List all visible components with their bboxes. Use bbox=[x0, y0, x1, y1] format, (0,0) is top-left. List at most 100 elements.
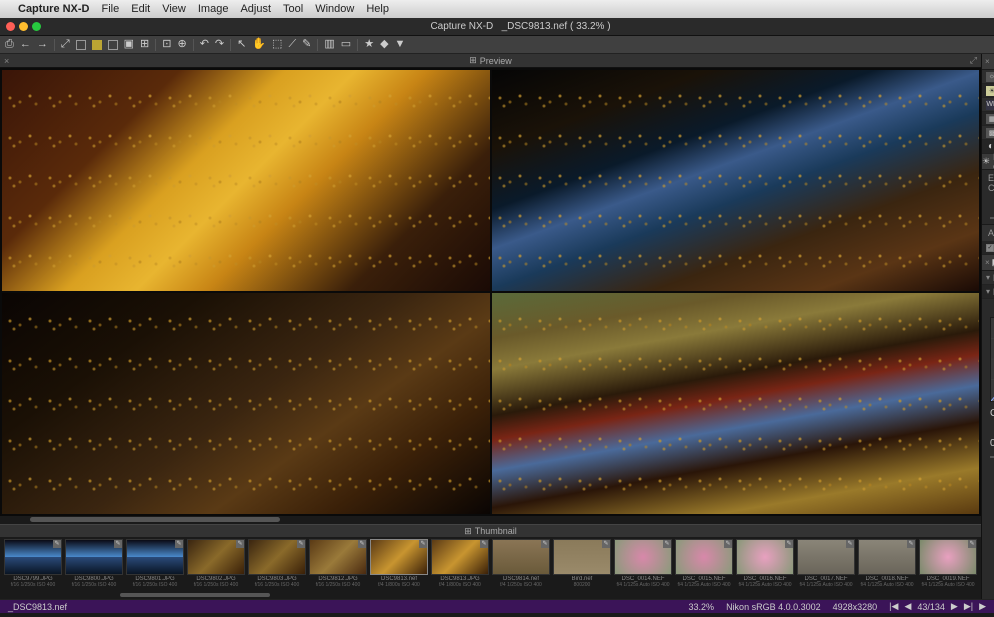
filter-icon[interactable]: ▼ bbox=[395, 39, 406, 50]
menu-edit[interactable]: Edit bbox=[131, 3, 150, 15]
curves-channel-row[interactable]: ▾ RGB bbox=[982, 285, 994, 299]
adjustment-row-3[interactable]: WB ▾ Manual bbox=[982, 98, 994, 112]
pointer-icon[interactable]: ↖ bbox=[237, 39, 246, 50]
thumb-view-icon[interactable] bbox=[92, 40, 102, 50]
menu-adjust[interactable]: Adjust bbox=[240, 3, 271, 15]
menu-file[interactable]: File bbox=[102, 3, 120, 15]
exposure-slider[interactable] bbox=[982, 212, 994, 224]
menu-window[interactable]: Window bbox=[315, 3, 354, 15]
thumbnail-strip[interactable]: ✎DSC9799.JPGf/16 1/250s ISO 400✎DSC9800.… bbox=[0, 537, 981, 592]
close-icon[interactable]: × bbox=[985, 258, 990, 267]
edit-badge-icon: ✎ bbox=[785, 540, 793, 548]
thumbnail-item[interactable]: ✎DSC_0017.NEFf/4 1/125s Auto ISO 400 bbox=[797, 539, 855, 590]
preview-scrollbar[interactable] bbox=[0, 516, 981, 524]
grid-view-icon[interactable] bbox=[76, 40, 86, 50]
nav-next-icon[interactable]: ▶ bbox=[951, 601, 958, 612]
dropdown-icon[interactable]: ▾ bbox=[986, 287, 990, 296]
menu-image[interactable]: Image bbox=[198, 3, 229, 15]
curves-mode-row[interactable]: ▾ Manual bbox=[982, 271, 994, 285]
exposure-comp-header[interactable]: × ☀ Exposure Compensation ⤢ bbox=[982, 154, 994, 170]
preview-quadrant-1[interactable] bbox=[2, 70, 490, 291]
nav-controls: |◀ ◀ 43/134 ▶ ▶| ▶ bbox=[889, 601, 986, 612]
nav-prev-icon[interactable]: ◀ bbox=[904, 601, 911, 612]
crop-icon[interactable]: ⬚ bbox=[272, 39, 282, 50]
edit-badge-icon: ✎ bbox=[114, 540, 122, 548]
straighten-icon[interactable]: ⟋ bbox=[288, 39, 296, 50]
thumbnail-item[interactable]: ✎DSC9800.JPGf/16 1/250s ISO 400 bbox=[65, 539, 123, 590]
thumbnail-item[interactable]: ✎DSC9813.JPGf/4 1/800s ISO 400 bbox=[431, 539, 489, 590]
preview-quadrant-4[interactable] bbox=[492, 293, 980, 514]
nav-last-icon[interactable]: ▶| bbox=[964, 601, 973, 612]
thumbnail-item[interactable]: ✎DSC9814.neff/4 1/250s ISO 400 bbox=[492, 539, 550, 590]
print-icon[interactable]: ⎙ bbox=[5, 39, 14, 50]
curves-header[interactable]: × ◩ Levels & Curves ⤢ bbox=[982, 255, 994, 271]
rotate-ccw-icon[interactable]: ↶ bbox=[200, 39, 209, 50]
thumbnail-item[interactable]: ✎DSC9803.JPGf/16 1/250s ISO 400 bbox=[248, 539, 306, 590]
adjustment-row-1[interactable]: ☼ ▾ Manual bbox=[982, 70, 994, 84]
hand-icon[interactable]: ✋ bbox=[252, 39, 266, 50]
curves-editor[interactable] bbox=[990, 317, 994, 402]
thumbnail-item[interactable]: ✎DSC9799.JPGf/16 1/250s ISO 400 bbox=[4, 539, 62, 590]
tool-icon[interactable]: ◐ bbox=[988, 141, 994, 152]
thumbnail-item[interactable]: ✎DSC_0014.NEFf/4 1/125s Auto ISO 400 bbox=[614, 539, 672, 590]
minimize-window-button[interactable] bbox=[19, 22, 28, 31]
nav-play-icon[interactable]: ▶ bbox=[979, 601, 986, 612]
open-icon[interactable]: ⤢ bbox=[61, 39, 70, 50]
label-icon[interactable]: ◆ bbox=[380, 39, 388, 50]
eyedropper-icon[interactable]: ✎ bbox=[302, 39, 311, 50]
thumbnail-item[interactable]: ✎DSC_0018.NEFf/4 1/125s Auto ISO 400 bbox=[858, 539, 916, 590]
close-preview-icon[interactable]: × bbox=[4, 56, 9, 66]
gamma-label: Gamma bbox=[990, 408, 994, 419]
forward-icon[interactable]: → bbox=[37, 39, 48, 50]
preview-quadrant-2[interactable] bbox=[492, 70, 980, 291]
thumb-metadata: f/4 1/125s Auto ISO 400 bbox=[919, 582, 977, 588]
preview-quadrant-3[interactable] bbox=[2, 293, 490, 514]
histogram-icon[interactable]: ▥ bbox=[324, 39, 334, 50]
adjustment-row-4[interactable]: ▦ ▾ Original bbox=[982, 112, 994, 126]
star-icon[interactable]: ★ bbox=[364, 39, 374, 50]
picture-control-icon: ▦ bbox=[986, 114, 994, 124]
thumb-metadata: f/4 1/125s Auto ISO 400 bbox=[675, 582, 733, 588]
thumbnail-item[interactable]: ✎DSC9813.neff/4 1/800s ISO 400 bbox=[370, 539, 428, 590]
preview-grid[interactable] bbox=[0, 68, 981, 516]
thumbnail-item[interactable]: ✎DSC_0019.NEFf/4 1/125s Auto ISO 400 bbox=[919, 539, 977, 590]
thumbnail-item[interactable]: ✎DSC_0015.NEFf/4 1/125s Auto ISO 400 bbox=[675, 539, 733, 590]
zoom-icon[interactable]: ⊕ bbox=[177, 39, 186, 50]
thumbnail-item[interactable]: ✎DSC_0016.NEFf/4 1/125s Auto ISO 400 bbox=[736, 539, 794, 590]
compare-icon[interactable]: ▣ bbox=[124, 39, 134, 50]
dropdown-icon[interactable]: ▾ bbox=[986, 273, 990, 282]
menu-tool[interactable]: Tool bbox=[283, 3, 303, 15]
thumb-metadata: 800200 bbox=[553, 582, 611, 588]
split-icon[interactable]: ⊞ bbox=[140, 39, 149, 50]
range-min: 0 bbox=[990, 438, 994, 449]
close-panel-icon[interactable]: × bbox=[985, 57, 990, 66]
thumbnail-item[interactable]: ✎DSC9801.JPGf/16 1/250s ISO 400 bbox=[126, 539, 184, 590]
back-icon[interactable]: ← bbox=[20, 39, 31, 50]
dlighting-row[interactable]: ✓ Unchanged bbox=[982, 241, 994, 255]
edit-badge-icon: ✎ bbox=[602, 540, 610, 548]
gamma-slider[interactable] bbox=[982, 451, 994, 463]
adjustment-row-2[interactable]: ☀ ▾ bbox=[982, 84, 994, 98]
adjustment-row-5[interactable]: ▩ ▾ Original bbox=[982, 126, 994, 140]
single-view-icon[interactable] bbox=[108, 40, 118, 50]
fit-icon[interactable]: ⊡ bbox=[162, 39, 171, 50]
thumbnail-item[interactable]: ✎DSC9812.JPGf/16 1/250s ISO 400 bbox=[309, 539, 367, 590]
nav-first-icon[interactable]: |◀ bbox=[889, 601, 898, 612]
zoom-window-button[interactable] bbox=[32, 22, 41, 31]
thumb-metadata: f/4 1/800s ISO 400 bbox=[370, 582, 428, 588]
thumbnail-item[interactable]: ✎DSC9802.JPGf/16 1/250s ISO 400 bbox=[187, 539, 245, 590]
monitor-icon[interactable]: ▭ bbox=[341, 39, 351, 50]
expand-preview-icon[interactable]: ⤢ bbox=[970, 55, 977, 66]
checkbox-icon[interactable]: ✓ bbox=[986, 244, 994, 252]
thumb-metadata: f/16 1/250s ISO 400 bbox=[126, 582, 184, 588]
menu-view[interactable]: View bbox=[162, 3, 186, 15]
app-menu[interactable]: Capture NX-D bbox=[18, 3, 90, 15]
close-window-button[interactable] bbox=[6, 22, 15, 31]
thumbnail-scrollbar[interactable] bbox=[0, 592, 981, 599]
thumb-metadata: f/16 1/250s ISO 400 bbox=[248, 582, 306, 588]
thumbnail-item[interactable]: ✎Bird.nef800200 bbox=[553, 539, 611, 590]
close-icon[interactable]: × bbox=[985, 157, 990, 166]
menu-help[interactable]: Help bbox=[366, 3, 389, 15]
rotate-cw-icon[interactable]: ↷ bbox=[215, 39, 224, 50]
edit-badge-icon: ✎ bbox=[480, 540, 488, 548]
